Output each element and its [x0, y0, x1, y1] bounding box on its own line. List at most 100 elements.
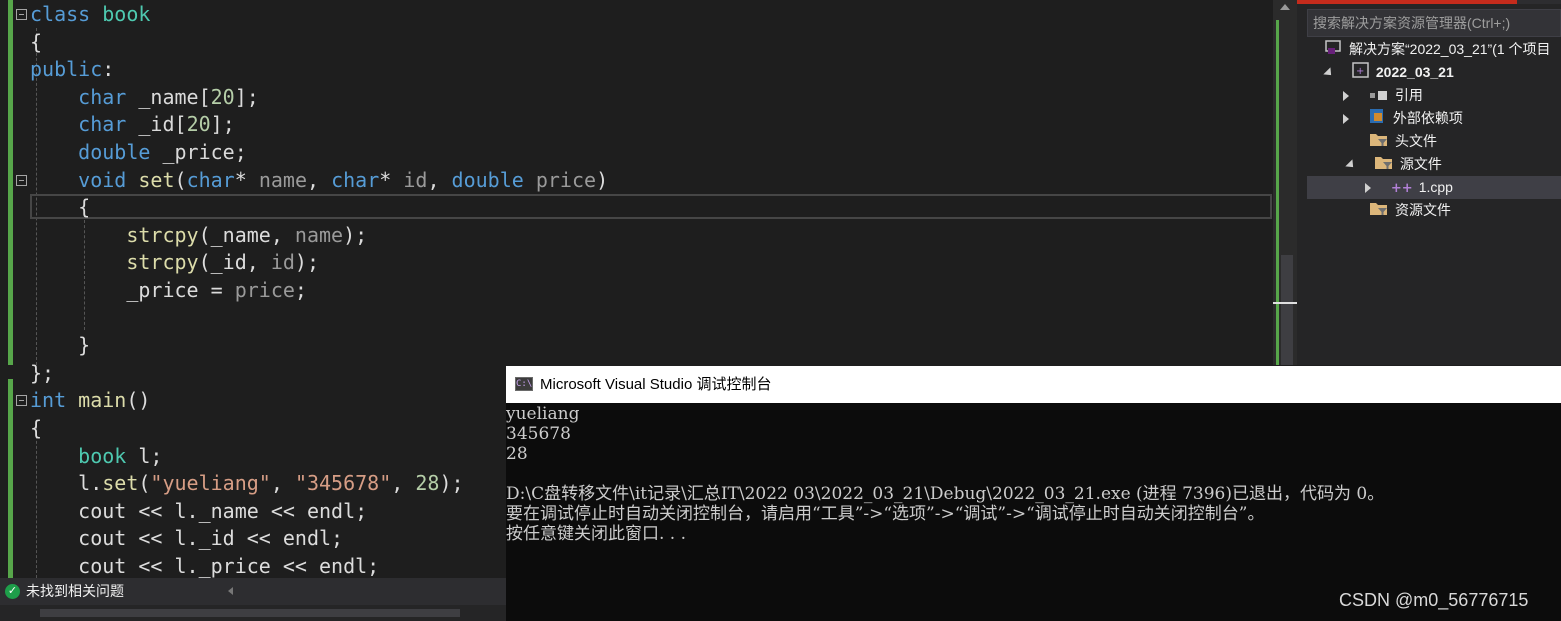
fold-toggle-set-function[interactable] [16, 175, 27, 186]
code-token: , [307, 167, 332, 192]
scrollbar-change-marker [1276, 20, 1279, 365]
code-token: : [102, 57, 115, 82]
horizontal-scrollbar-thumb[interactable] [40, 609, 460, 617]
references-icon [1369, 85, 1389, 108]
scroll-up-arrow-icon[interactable] [1280, 4, 1290, 10]
folder-filter-icon [1369, 200, 1389, 223]
code-token: strcpy [126, 250, 199, 275]
tree-item-solution[interactable]: 解决方案“2022_03_21”(1 个项目 [1297, 38, 1561, 61]
editor-status-bar: ✓ 未找到相关问题 [0, 578, 506, 605]
code-line: int main() [30, 387, 150, 414]
code-line: { [30, 194, 90, 221]
code-token: l; [126, 443, 163, 468]
code-token: main [78, 388, 127, 413]
solution-icon [1325, 39, 1343, 62]
issues-status-text[interactable]: 未找到相关问题 [26, 578, 124, 605]
code-token: int [30, 388, 67, 413]
code-token: set [102, 471, 139, 496]
debug-console-window[interactable]: C:\ Microsoft Visual Studio 调试控制台 yuelia… [506, 366, 1561, 621]
editor-vertical-scrollbar[interactable] [1273, 0, 1297, 365]
code-token: "yueliang" [150, 471, 271, 496]
code-token: char [78, 112, 127, 137]
check-circle-icon[interactable]: ✓ [5, 584, 20, 599]
code-token: strcpy [126, 222, 199, 247]
editor-horizontal-scrollbar[interactable] [0, 605, 506, 621]
code-token: (_id, [198, 250, 271, 275]
code-token: () [126, 388, 151, 413]
svg-text:+: + [1356, 66, 1364, 77]
console-title-bar[interactable]: C:\ Microsoft Visual Studio 调试控制台 [506, 366, 1561, 403]
code-token: public [30, 57, 103, 82]
tree-item-source-files[interactable]: 源文件 [1297, 153, 1561, 176]
code-token: ; [294, 278, 307, 302]
code-token: l. [30, 471, 103, 496]
code-line: public: [30, 56, 114, 83]
console-output[interactable]: yueliang 345678 28 D:\C盘转移文件\it记录\汇总IT\2022… [506, 403, 1561, 621]
code-token: name [294, 222, 344, 247]
tree-item-references[interactable]: 引用 [1297, 84, 1561, 107]
code-token: , [427, 167, 452, 192]
code-token: { [30, 416, 43, 440]
code-token: ) [596, 167, 609, 192]
code-token: 20 [210, 84, 235, 109]
console-output-line: yueliang [506, 404, 580, 424]
external-deps-label: 外部依赖项 [1392, 110, 1463, 126]
scrollbar-caret-marker [1273, 302, 1297, 304]
code-token: void [78, 167, 127, 192]
code-token: ); [294, 250, 320, 275]
tree-item-header-files[interactable]: 头文件 [1297, 130, 1561, 153]
code-token: } [30, 333, 91, 358]
code-token: id [270, 250, 295, 275]
code-token: price [535, 167, 597, 192]
code-token: "345678" [294, 471, 392, 496]
code-token: double [451, 167, 524, 192]
code-token: id [403, 167, 428, 192]
folder-filter-icon [1369, 131, 1389, 154]
change-indicator-gap [8, 365, 13, 379]
code-line: }; [30, 360, 54, 387]
code-line: char _name[20]; [30, 84, 259, 111]
code-token: char [78, 84, 127, 109]
expand-arrow-icon[interactable] [1343, 91, 1349, 102]
code-line: l.set("yueliang", "345678", 28); [30, 470, 463, 497]
folder-filter-icon [1374, 154, 1394, 177]
code-token: (_name, [198, 222, 295, 247]
collapse-arrow-icon[interactable] [1323, 67, 1335, 79]
code-line: _price = price; [30, 277, 307, 304]
scroll-left-arrow-icon[interactable] [228, 587, 233, 595]
code-token: price [234, 278, 295, 302]
tree-item-project[interactable]: + 2022_03_21 [1297, 61, 1561, 84]
references-label: 引用 [1394, 87, 1423, 103]
cpp-file-icon: ++ [1390, 180, 1413, 196]
code-token: ]; [210, 112, 235, 137]
tree-item-resource-files[interactable]: 资源文件 [1297, 199, 1561, 222]
csdn-watermark: CSDN @m0_56776715 [1339, 590, 1529, 610]
code-line: strcpy(_name, name); [30, 222, 367, 249]
tree-item-1-cpp[interactable]: ++ 1.cpp [1307, 176, 1561, 199]
console-output-line: D:\C盘转移文件\it记录\汇总IT\2022 03\2022_03_21\D… [506, 484, 1385, 504]
fold-toggle-class-book[interactable] [16, 9, 27, 20]
expand-arrow-icon[interactable] [1343, 114, 1349, 125]
solution-search-input[interactable]: 搜索解决方案资源管理器(Ctrl+;) [1307, 9, 1561, 37]
code-line: cout << l._name << endl; [30, 498, 367, 525]
expand-arrow-icon[interactable] [1365, 183, 1371, 194]
code-line: book l; [30, 443, 162, 470]
current-line-highlight [30, 194, 1272, 219]
fold-toggle-main[interactable] [16, 395, 27, 406]
code-token: }; [30, 360, 55, 385]
collapse-arrow-icon[interactable] [1345, 159, 1357, 171]
console-output-line: 28 [506, 444, 528, 464]
console-app-icon: C:\ [515, 377, 533, 391]
console-output-line: 345678 [506, 424, 571, 444]
code-token: 28 [415, 471, 440, 496]
scrollbar-thumb[interactable] [1281, 255, 1293, 365]
source-files-label: 源文件 [1399, 156, 1442, 172]
panel-top-strip [1297, 0, 1561, 4]
project-icon: + [1352, 62, 1370, 85]
tree-item-external-deps[interactable]: 外部依赖项 [1297, 107, 1561, 130]
